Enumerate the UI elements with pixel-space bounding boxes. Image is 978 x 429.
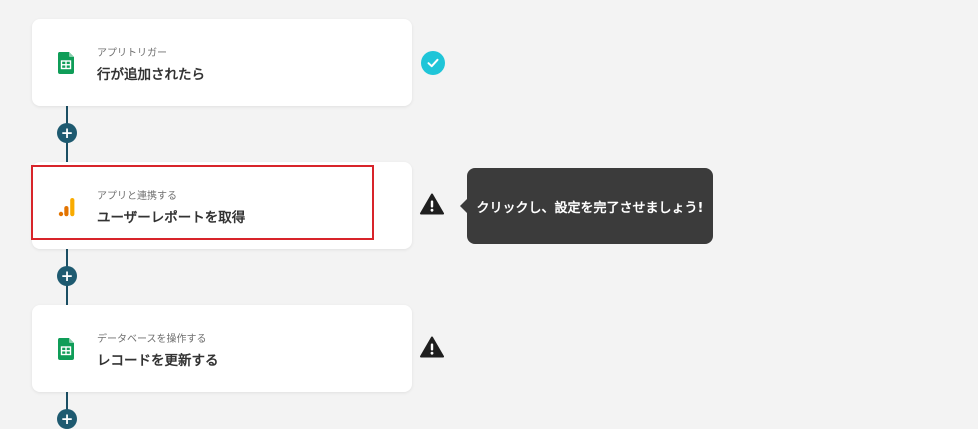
warning-icon <box>420 336 444 358</box>
flow-step-app-action[interactable]: アプリと連携する ユーザーレポートを取得 <box>32 162 412 249</box>
tooltip-arrow <box>460 199 467 213</box>
google-sheets-icon <box>56 338 76 360</box>
step-category-label: アプリトリガー <box>97 48 167 59</box>
google-analytics-icon <box>56 195 76 217</box>
step-category-label: アプリと連携する <box>97 191 177 202</box>
add-step-button[interactable]: + <box>57 123 77 143</box>
step-title: 行が追加されたら <box>97 67 205 83</box>
step-category-label: データベースを操作する <box>97 334 207 345</box>
warning-icon <box>420 193 444 215</box>
step-title: レコードを更新する <box>97 353 219 369</box>
flow-step-database-action[interactable]: データベースを操作する レコードを更新する <box>32 305 412 392</box>
google-sheets-icon <box>56 52 76 74</box>
flow-step-trigger[interactable]: アプリトリガー 行が追加されたら <box>32 19 412 106</box>
step-title: ユーザーレポートを取得 <box>97 210 246 226</box>
tooltip-text: クリックし、設定を完了させましょう! <box>476 200 704 216</box>
tooltip: クリックし、設定を完了させましょう! <box>460 168 713 244</box>
check-icon <box>421 51 445 75</box>
add-step-button[interactable]: + <box>57 409 77 429</box>
add-step-button[interactable]: + <box>57 266 77 286</box>
